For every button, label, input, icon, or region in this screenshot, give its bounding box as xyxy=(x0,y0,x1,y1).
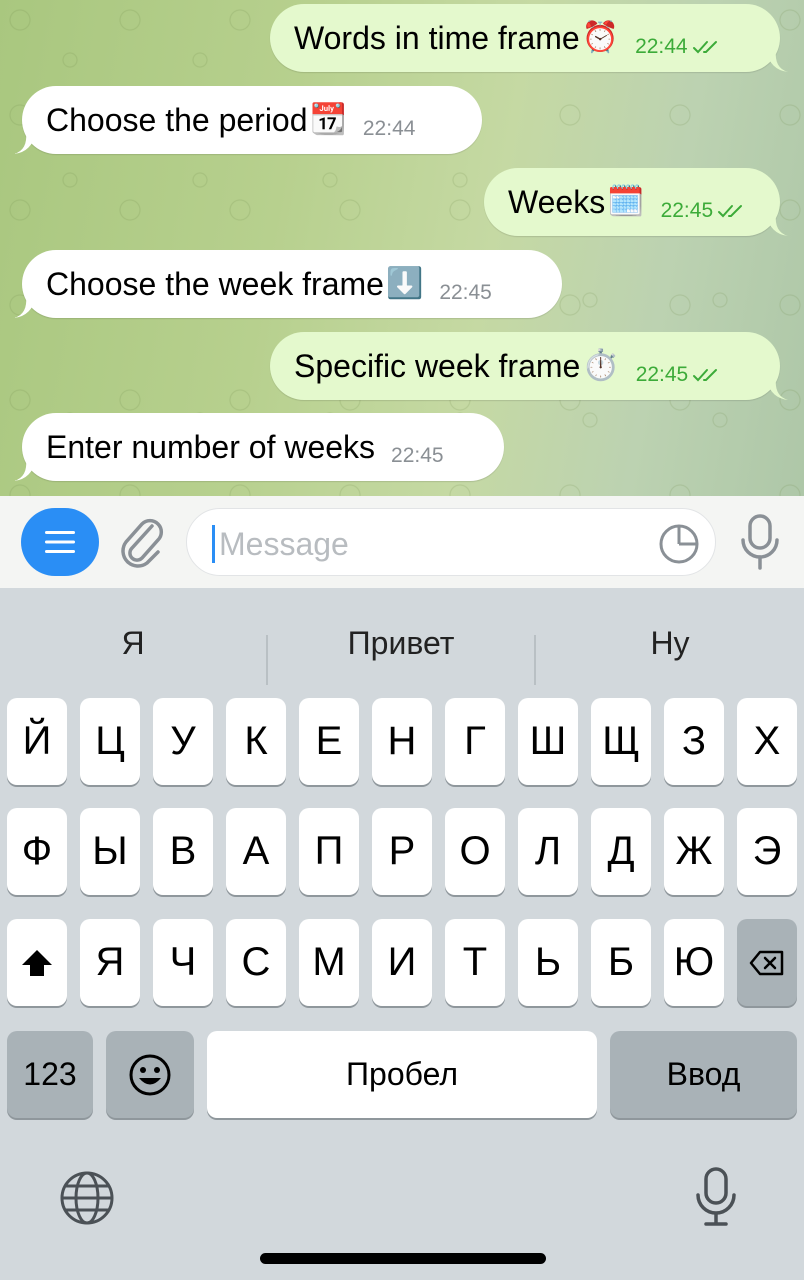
key[interactable]: Л xyxy=(518,808,578,895)
message-input-bar xyxy=(0,496,804,588)
message-text: Enter number of weeks xyxy=(46,428,376,465)
key[interactable]: О xyxy=(445,808,505,895)
stopwatch-emoji: ⏱️ xyxy=(582,349,620,382)
emoji-key[interactable] xyxy=(106,1031,194,1118)
key[interactable]: Д xyxy=(591,808,651,895)
message-text: Choose the week frame xyxy=(46,265,384,302)
bubble-tail xyxy=(766,214,788,236)
key[interactable]: В xyxy=(153,808,213,895)
down-arrow-emoji: ⬇️ xyxy=(385,267,424,300)
key[interactable]: Ш xyxy=(518,698,578,785)
bubble-tail xyxy=(14,296,36,318)
suggestion-item[interactable]: Ну xyxy=(536,608,804,678)
space-key[interactable]: Пробел xyxy=(207,1031,597,1118)
message-time: 22:45 xyxy=(660,199,714,222)
return-key[interactable]: Ввод xyxy=(610,1031,797,1118)
suggestion-item[interactable]: Я xyxy=(0,608,266,678)
message-time: 22:44 xyxy=(362,117,416,140)
key[interactable]: К xyxy=(226,698,286,785)
key[interactable]: Р xyxy=(372,808,432,895)
keyboard: Я Привет Ну Й Ц У К Е Н Г Ш Щ З Х Ф Ы В … xyxy=(0,588,804,1280)
key[interactable]: П xyxy=(299,808,359,895)
suggestion-bar: Я Привет Ну xyxy=(0,608,804,685)
backspace-key[interactable] xyxy=(737,919,797,1006)
key[interactable]: У xyxy=(153,698,213,785)
key[interactable]: Ж xyxy=(664,808,724,895)
key[interactable]: А xyxy=(226,808,286,895)
key[interactable]: Ы xyxy=(80,808,140,895)
alarm-clock-emoji: ⏰ xyxy=(581,21,620,54)
message-bubble[interactable]: Words in time frame ⏰ 22:44 xyxy=(270,4,788,72)
key[interactable]: Х xyxy=(737,698,797,785)
key[interactable]: И xyxy=(372,919,432,1006)
bubble-tail xyxy=(14,132,36,154)
key[interactable]: М xyxy=(299,919,359,1006)
home-indicator xyxy=(260,1253,546,1264)
calendar-emoji: 📆 xyxy=(309,103,347,136)
shift-key[interactable] xyxy=(7,919,67,1006)
key[interactable]: С xyxy=(226,919,286,1006)
key[interactable]: З xyxy=(664,698,724,785)
sticker-icon[interactable] xyxy=(657,522,701,566)
message-time: 22:45 xyxy=(439,281,492,304)
globe-icon[interactable] xyxy=(59,1170,115,1226)
bubble-tail xyxy=(766,378,788,400)
key[interactable]: Г xyxy=(445,698,505,785)
bubble-tail xyxy=(766,50,788,72)
key[interactable]: Ц xyxy=(80,698,140,785)
read-checkmarks-icon xyxy=(693,369,718,382)
chat-area: Words in time frame ⏰ 22:44 Choose the p… xyxy=(0,0,804,496)
read-checkmarks-icon xyxy=(718,205,743,218)
spiral-calendar-emoji: 🗓️ xyxy=(607,185,645,218)
message-bubble[interactable]: Specific week frame ⏱️ 22:45 xyxy=(270,332,788,400)
message-time: 22:45 xyxy=(391,444,444,467)
key[interactable]: Е xyxy=(299,698,359,785)
microphone-icon[interactable] xyxy=(738,512,782,572)
key[interactable]: Й xyxy=(7,698,67,785)
paperclip-icon[interactable] xyxy=(118,514,168,570)
message-text: Weeks xyxy=(508,183,606,220)
key[interactable]: Т xyxy=(445,919,505,1006)
key[interactable]: Э xyxy=(737,808,797,895)
backspace-icon xyxy=(749,950,784,975)
message-text: Words in time frame xyxy=(294,19,580,56)
key[interactable]: Ч xyxy=(153,919,213,1006)
key[interactable]: Н xyxy=(372,698,432,785)
message-bubble[interactable]: Choose the week frame ⬇️ 22:45 xyxy=(14,250,562,318)
message-text: Choose the period xyxy=(46,101,308,138)
message-bubble[interactable]: Enter number of weeks 22:45 xyxy=(14,413,504,481)
read-checkmarks-icon xyxy=(692,41,717,54)
message-bubble[interactable]: Choose the period 📆 22:44 xyxy=(14,86,482,154)
text-caret xyxy=(212,525,215,563)
menu-icon xyxy=(45,531,75,553)
key[interactable]: Я xyxy=(80,919,140,1006)
message-time: 22:44 xyxy=(635,35,688,58)
suggestion-item[interactable]: Привет xyxy=(268,608,534,678)
numbers-key[interactable]: 123 xyxy=(7,1031,93,1118)
message-text: Specific week frame xyxy=(294,347,581,384)
dictation-icon[interactable] xyxy=(694,1166,738,1228)
shift-icon xyxy=(22,949,52,976)
message-input[interactable] xyxy=(217,519,641,569)
message-time: 22:45 xyxy=(635,363,689,386)
key[interactable]: Ь xyxy=(518,919,578,1006)
message-bubble[interactable]: Weeks 🗓️ 22:45 xyxy=(484,168,788,236)
message-field[interactable] xyxy=(186,508,716,576)
bot-menu-button[interactable] xyxy=(21,508,99,576)
key[interactable]: Б xyxy=(591,919,651,1006)
key[interactable]: Ю xyxy=(664,919,724,1006)
key[interactable]: Ф xyxy=(7,808,67,895)
emoji-icon xyxy=(129,1054,171,1095)
key[interactable]: Щ xyxy=(591,698,651,785)
bubble-tail xyxy=(14,459,36,481)
